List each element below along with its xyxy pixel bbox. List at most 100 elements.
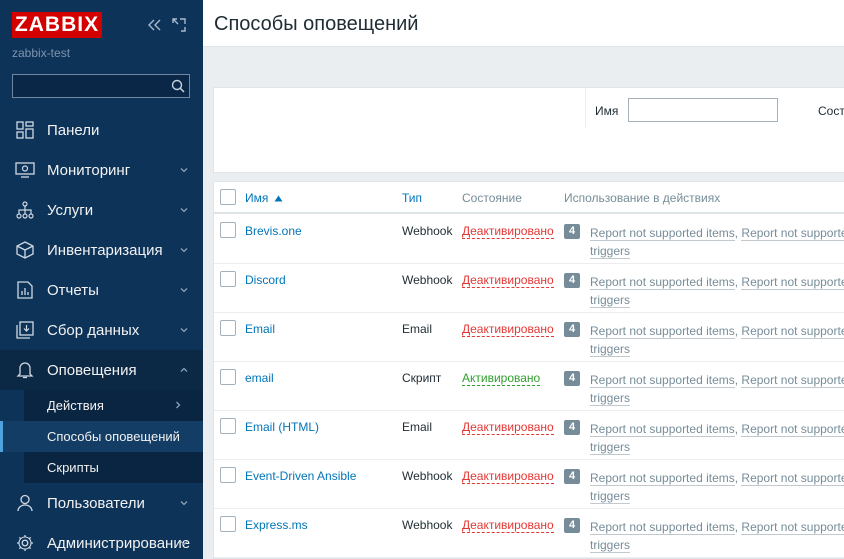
chevron-right-icon [176, 401, 181, 409]
action-link[interactable]: Report not supported [741, 324, 844, 339]
row-checkbox[interactable] [220, 222, 236, 238]
media-type-name-link[interactable]: Discord [245, 273, 286, 287]
usage-actions: Report not supported items, Report not s… [590, 518, 844, 554]
usage-count-badge: 4 [564, 224, 580, 239]
zabbix-logo[interactable]: ZABBIX [12, 12, 102, 38]
usage-actions: Report not supported items, Report not s… [590, 420, 844, 456]
action-link[interactable]: Report not supported items [590, 275, 735, 290]
action-link-continued[interactable]: triggers [590, 391, 631, 406]
action-link-continued[interactable]: triggers [590, 293, 631, 308]
bell-icon [14, 359, 36, 381]
usage-count-badge: 4 [564, 420, 580, 435]
media-type-type: Webhook [402, 273, 453, 287]
inventory-icon [14, 239, 36, 261]
menu-item-data-collection[interactable]: Сбор данных [0, 310, 203, 350]
menu-item-alerts[interactable]: Оповещения [0, 350, 203, 390]
media-type-name-link[interactable]: email [245, 371, 274, 385]
search-icon[interactable] [169, 77, 187, 95]
media-type-name-link[interactable]: Email (HTML) [245, 420, 319, 434]
row-checkbox[interactable] [220, 467, 236, 483]
status-toggle-link[interactable]: Активировано [462, 371, 541, 386]
sort-ascending-icon [274, 195, 283, 202]
action-link-continued[interactable]: triggers [590, 440, 631, 455]
row-checkbox[interactable] [220, 516, 236, 532]
gear-icon [14, 532, 36, 554]
menu-label: Услуги [47, 201, 94, 219]
media-type-name-link[interactable]: Brevis.one [245, 224, 302, 238]
media-type-name-link[interactable]: Express.ms [245, 518, 308, 532]
sidebar-search-input[interactable] [12, 74, 190, 98]
action-link-continued[interactable]: triggers [590, 489, 631, 504]
action-link[interactable]: Report not supported [741, 422, 844, 437]
action-link[interactable]: Report not supported [741, 520, 844, 535]
action-link[interactable]: Report not supported items [590, 226, 735, 241]
action-link[interactable]: Report not supported items [590, 422, 735, 437]
table-header: Имя Тип Состояние Использование в действ… [214, 182, 844, 214]
submenu-label: Действия [47, 398, 104, 413]
action-link[interactable]: Report not supported items [590, 373, 735, 388]
chevron-down-icon [180, 288, 188, 293]
table-row: Express.ms Webhook Деактивировано 4 Report n… [214, 509, 844, 558]
column-header-status: Состояние [462, 191, 522, 205]
status-toggle-link[interactable]: Деактивировано [462, 420, 554, 435]
media-type-name-link[interactable]: Event-Driven Ansible [245, 469, 356, 483]
filter-panel: Имя Сост [213, 87, 844, 173]
action-link[interactable]: Report not supported [741, 226, 844, 241]
data-collection-icon [14, 319, 36, 341]
submenu-item-actions[interactable]: Действия [0, 390, 203, 421]
select-all-checkbox[interactable] [220, 189, 236, 205]
action-link[interactable]: Report not supported items [590, 520, 735, 535]
action-link[interactable]: Report not supported items [590, 324, 735, 339]
submenu-item-scripts[interactable]: Скрипты [0, 452, 203, 483]
filter-name-input[interactable] [628, 98, 778, 122]
column-header-usage: Использование в действиях [564, 191, 721, 205]
usage-count-badge: 4 [564, 469, 580, 484]
column-header-name[interactable]: Имя [245, 191, 283, 205]
kiosk-mode-icon[interactable] [170, 16, 188, 34]
chevron-down-icon [180, 248, 188, 253]
media-type-name-link[interactable]: Email [245, 322, 275, 336]
status-toggle-link[interactable]: Деактивировано [462, 224, 554, 239]
action-link-continued[interactable]: triggers [590, 342, 631, 357]
submenu-item-media-types[interactable]: Способы оповещений [0, 421, 203, 452]
usage-count-badge: 4 [564, 273, 580, 288]
action-link-continued[interactable]: triggers [590, 538, 631, 553]
main-menu: Панели Мониторинг Услуги Инвентаризация [0, 110, 203, 559]
action-link[interactable]: Report not supported items [590, 471, 735, 486]
filter-status-label: Сост [818, 104, 844, 118]
monitoring-icon [14, 159, 36, 181]
action-link-continued[interactable]: triggers [590, 244, 631, 259]
status-toggle-link[interactable]: Деактивировано [462, 273, 554, 288]
status-toggle-link[interactable]: Деактивировано [462, 322, 554, 337]
media-type-type: Webhook [402, 518, 453, 532]
action-link[interactable]: Report not supported [741, 471, 844, 486]
reports-icon [14, 279, 36, 301]
submenu-label: Скрипты [47, 460, 99, 475]
filter-divider [585, 88, 586, 128]
menu-item-inventory[interactable]: Инвентаризация [0, 230, 203, 270]
menu-item-users[interactable]: Пользователи [0, 483, 203, 523]
status-toggle-link[interactable]: Деактивировано [462, 469, 554, 484]
status-toggle-link[interactable]: Деактивировано [462, 518, 554, 533]
chevron-up-icon [180, 367, 188, 372]
row-checkbox[interactable] [220, 418, 236, 434]
column-header-name-label: Имя [245, 191, 269, 205]
action-link[interactable]: Report not supported [741, 373, 844, 388]
menu-item-monitoring[interactable]: Мониторинг [0, 150, 203, 190]
action-link[interactable]: Report not supported [741, 275, 844, 290]
row-checkbox[interactable] [220, 320, 236, 336]
menu-item-administration[interactable]: Администрирование [0, 523, 203, 559]
usage-actions: Report not supported items, Report not s… [590, 371, 844, 407]
column-header-type[interactable]: Тип [402, 191, 422, 205]
menu-item-reports[interactable]: Отчеты [0, 270, 203, 310]
chevron-down-icon [180, 541, 188, 546]
row-checkbox[interactable] [220, 271, 236, 287]
menu-item-dashboards[interactable]: Панели [0, 110, 203, 150]
row-checkbox[interactable] [220, 369, 236, 385]
collapse-sidebar-icon[interactable] [146, 16, 164, 34]
table-row: email Скрипт Активировано 4 Report not suppo… [214, 362, 844, 411]
usage-count-badge: 4 [564, 371, 580, 386]
menu-item-services[interactable]: Услуги [0, 190, 203, 230]
server-name: zabbix-test [12, 46, 71, 60]
media-type-type: Email [402, 322, 433, 336]
